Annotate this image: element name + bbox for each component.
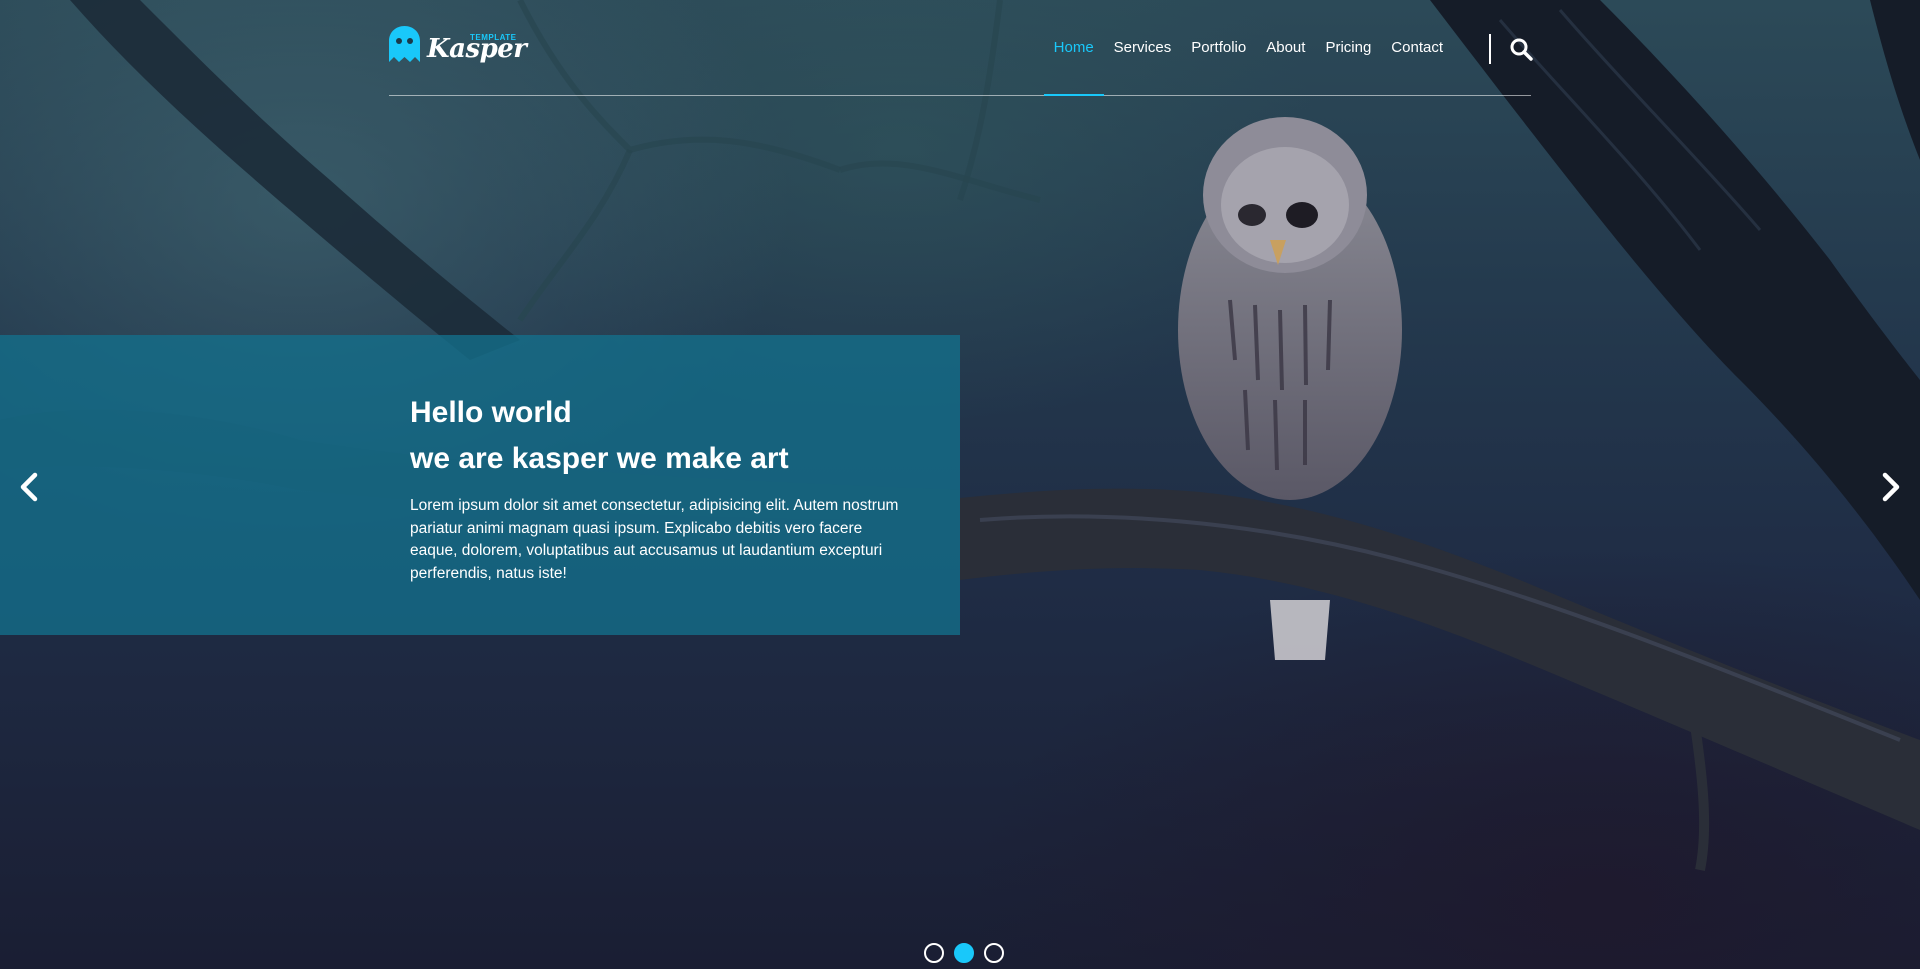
nav-divider xyxy=(1489,34,1491,64)
nav-pricing[interactable]: Pricing xyxy=(1315,38,1381,95)
slide-title: Hello world we are kasper we make art xyxy=(410,390,789,482)
slider-bullet-2[interactable] xyxy=(954,943,974,963)
nav-contact[interactable]: Contact xyxy=(1381,38,1453,95)
hero-section: Kasper TEMPLATE Home Services Portfolio … xyxy=(0,0,1920,969)
chevron-right-icon[interactable] xyxy=(1870,467,1910,507)
slide-title-line1: Hello world xyxy=(410,396,572,429)
site-header: Kasper TEMPLATE Home Services Portfolio … xyxy=(389,0,1533,96)
main-nav: Home Services Portfolio About Pricing Co… xyxy=(1043,38,1453,96)
nav-about[interactable]: About xyxy=(1256,38,1315,95)
slide-panel: Hello world we are kasper we make art Lo… xyxy=(0,335,960,635)
logo[interactable]: Kasper TEMPLATE xyxy=(389,26,527,70)
slider-bullet-3[interactable] xyxy=(984,943,1004,963)
brand-tagline: TEMPLATE xyxy=(470,33,517,42)
nav-services[interactable]: Services xyxy=(1104,38,1182,95)
slide-body: Lorem ipsum dolor sit amet consectetur, … xyxy=(410,497,899,582)
chevron-left-icon[interactable] xyxy=(10,467,50,507)
slide-title-line2: we are kasper we make art xyxy=(410,442,789,475)
nav-home[interactable]: Home xyxy=(1043,38,1104,96)
slider-bullet-1[interactable] xyxy=(924,943,944,963)
nav-portfolio[interactable]: Portfolio xyxy=(1181,38,1256,95)
ghost-icon xyxy=(389,26,420,62)
slider-bullets xyxy=(924,943,1004,963)
search-icon[interactable] xyxy=(1509,37,1533,61)
